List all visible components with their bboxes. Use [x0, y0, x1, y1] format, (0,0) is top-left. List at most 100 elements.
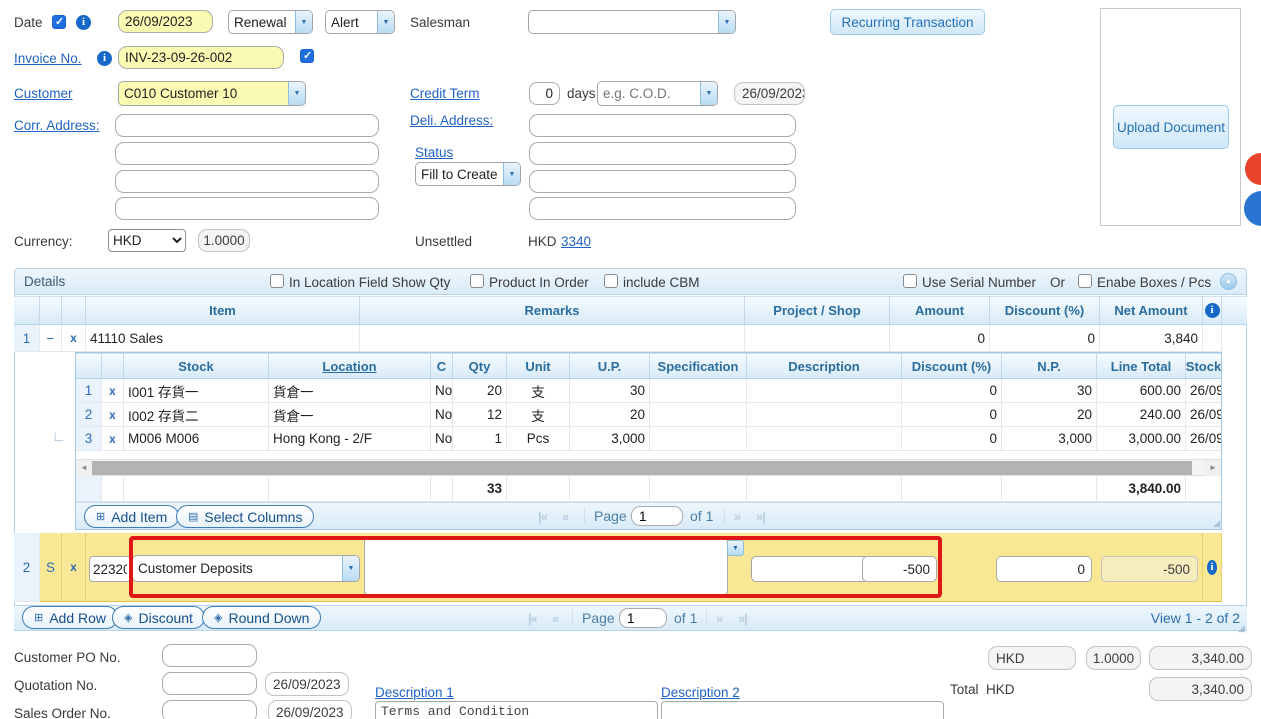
- customer-po-input[interactable]: [162, 644, 257, 667]
- header-amount[interactable]: Amount: [890, 296, 990, 325]
- row1-project[interactable]: [745, 325, 890, 352]
- chevron-down-icon[interactable]: [503, 163, 520, 185]
- use-serial-checkbox[interactable]: [903, 274, 917, 288]
- chevron-down-icon[interactable]: [718, 11, 735, 33]
- qty-cell[interactable]: 12: [453, 403, 507, 427]
- qty-cell[interactable]: 1: [453, 427, 507, 451]
- location-cell[interactable]: 貨倉一: [269, 403, 431, 427]
- status-label[interactable]: Status: [415, 145, 453, 160]
- deli-address-input-1[interactable]: [529, 114, 796, 137]
- invoice-info-icon[interactable]: [97, 51, 112, 66]
- row1-net-amount[interactable]: 3,840: [1100, 325, 1203, 352]
- credit-type-input[interactable]: [598, 82, 700, 105]
- red-fab-button[interactable]: [1245, 153, 1261, 185]
- discount-button[interactable]: ◈Discount: [112, 606, 205, 629]
- sub-header-up[interactable]: U.P.: [570, 353, 650, 379]
- sub-header-location[interactable]: Location: [269, 353, 431, 379]
- alert-input[interactable]: [326, 11, 377, 33]
- pager-last-icon[interactable]: »|: [756, 509, 765, 524]
- stock-cell[interactable]: I001 存貨一: [124, 379, 269, 403]
- location-cell[interactable]: Hong Kong - 2/F: [269, 427, 431, 451]
- discount-cell[interactable]: 0: [902, 427, 1002, 451]
- sub-header-stock[interactable]: Stock: [124, 353, 269, 379]
- stock-cell[interactable]: M006 M006: [124, 427, 269, 451]
- upload-document-button[interactable]: Upload Document: [1113, 105, 1229, 149]
- header-discount[interactable]: Discount (%): [990, 296, 1100, 325]
- renewal-input[interactable]: [229, 11, 295, 33]
- row2-info-icon[interactable]: [1207, 560, 1217, 575]
- customer-input[interactable]: [119, 82, 288, 105]
- up-cell[interactable]: 30: [570, 379, 650, 403]
- description1-label[interactable]: Description 1: [375, 685, 454, 700]
- row1-collapse-icon[interactable]: −: [40, 325, 62, 352]
- page-input[interactable]: [619, 608, 667, 628]
- stock-row-delete-icon[interactable]: x: [102, 379, 124, 403]
- invoice-no-input[interactable]: [118, 46, 284, 69]
- spec-cell[interactable]: [650, 379, 747, 403]
- corr-address-input-3[interactable]: [115, 170, 379, 193]
- chevron-down-icon[interactable]: [288, 82, 305, 105]
- quotation-no-input[interactable]: [162, 672, 257, 695]
- sub-header-discount[interactable]: Discount (%): [902, 353, 1002, 379]
- corr-address-label[interactable]: Corr. Address:: [14, 118, 100, 133]
- corr-address-input-1[interactable]: [115, 114, 379, 137]
- description-cell[interactable]: [747, 403, 902, 427]
- pager-prev-icon[interactable]: «: [552, 611, 558, 626]
- resize-handle-icon[interactable]: [1213, 518, 1220, 529]
- row2-account-name-input[interactable]: [133, 556, 342, 581]
- np-cell[interactable]: 30: [1002, 379, 1097, 403]
- line-total-cell[interactable]: 240.00: [1097, 403, 1186, 427]
- description2-textarea[interactable]: [661, 701, 944, 719]
- line-total-cell[interactable]: 600.00: [1097, 379, 1186, 403]
- sub-header-line-total[interactable]: Line Total: [1097, 353, 1186, 379]
- description1-textarea[interactable]: Terms and Condition: [375, 701, 658, 719]
- row2-amount-input[interactable]: [862, 556, 937, 582]
- row2-account-code-input[interactable]: [89, 556, 131, 582]
- scrollbar-thumb[interactable]: [92, 461, 1192, 475]
- chevron-down-icon[interactable]: [295, 11, 312, 33]
- chevron-down-icon[interactable]: [700, 82, 717, 105]
- row2-project-input[interactable]: [752, 557, 866, 581]
- stock-date-cell[interactable]: 26/09/2023: [1186, 427, 1221, 451]
- row2-discount-input[interactable]: [996, 556, 1092, 582]
- scroll-left-arrow-icon[interactable]: ◄: [76, 460, 92, 476]
- stock-row-delete-icon[interactable]: x: [102, 427, 124, 451]
- stock-date-cell[interactable]: 26/09/2023: [1186, 379, 1221, 403]
- description-cell[interactable]: [747, 427, 902, 451]
- stock-row-delete-icon[interactable]: x: [102, 403, 124, 427]
- enable-boxes-checkbox[interactable]: [1078, 274, 1092, 288]
- stock-date-cell[interactable]: 26/09/2023: [1186, 403, 1221, 427]
- sub-header-specification[interactable]: Specification: [650, 353, 747, 379]
- pager-first-icon[interactable]: |«: [538, 509, 547, 524]
- row1-delete-icon[interactable]: x: [62, 325, 86, 352]
- unit-cell[interactable]: 支: [507, 403, 570, 427]
- deli-address-input-2[interactable]: [529, 142, 796, 165]
- row2-remarks-textarea[interactable]: [364, 538, 728, 595]
- credit-days-input[interactable]: [529, 82, 560, 105]
- include-cbm-checkbox[interactable]: [604, 274, 618, 288]
- chevron-down-icon[interactable]: [377, 11, 394, 33]
- c-cell[interactable]: No: [431, 379, 453, 403]
- pager-first-icon[interactable]: |«: [528, 611, 537, 626]
- round-down-button[interactable]: ◈Round Down: [202, 606, 321, 629]
- resize-handle-icon[interactable]: [1238, 623, 1245, 634]
- sub-header-description[interactable]: Description: [747, 353, 902, 379]
- credit-type-combo[interactable]: [597, 81, 718, 106]
- row1-remarks[interactable]: [360, 325, 745, 352]
- location-cell[interactable]: 貨倉一: [269, 379, 431, 403]
- invoice-checkbox[interactable]: [300, 49, 314, 63]
- row1-discount[interactable]: 0: [990, 325, 1100, 352]
- row2-remarks-dropdown-icon[interactable]: [727, 540, 744, 556]
- spec-cell[interactable]: [650, 427, 747, 451]
- header-net-amount[interactable]: Net Amount: [1100, 296, 1203, 325]
- sub-header-unit[interactable]: Unit: [507, 353, 570, 379]
- salesman-combo[interactable]: [528, 10, 736, 34]
- pager-last-icon[interactable]: »|: [738, 611, 747, 626]
- line-total-cell[interactable]: 3,000.00: [1097, 427, 1186, 451]
- discount-cell[interactable]: 0: [902, 403, 1002, 427]
- location-qty-checkbox[interactable]: [270, 274, 284, 288]
- sub-header-c[interactable]: C: [431, 353, 453, 379]
- pager-prev-icon[interactable]: «: [562, 509, 568, 524]
- deli-address-input-4[interactable]: [529, 197, 796, 220]
- sub-header-stock-date[interactable]: Stock: [1186, 353, 1221, 379]
